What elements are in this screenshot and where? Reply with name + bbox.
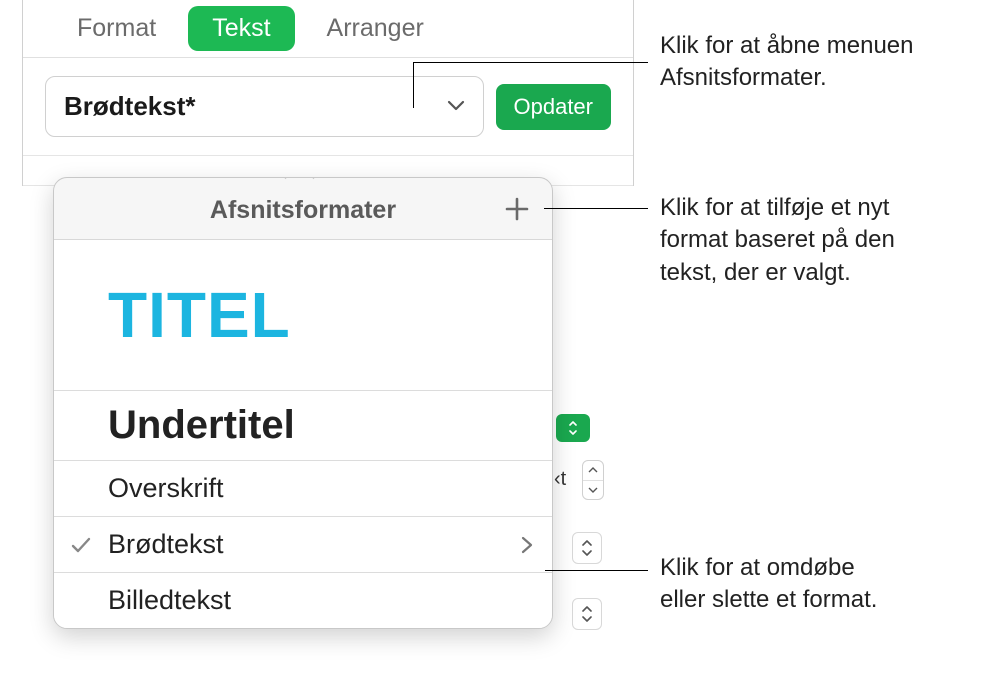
dropdown-chevron-control[interactable]: [572, 532, 602, 564]
tab-format[interactable]: Format: [53, 6, 180, 51]
callout-text: Klik for at tilføje et nyt format basere…: [660, 192, 895, 289]
dropdown-chevron-control[interactable]: [572, 598, 602, 630]
bg-text-fragment: ‹t: [554, 468, 566, 491]
style-section: Brødtekst* Opdater: [23, 58, 633, 156]
callout-line-2: Afsnitsformater.: [660, 62, 914, 94]
current-style-label: Brødtekst*: [64, 91, 195, 122]
callout-connector: [545, 570, 648, 571]
style-item-titel[interactable]: TITEL: [54, 240, 552, 391]
tab-arranger[interactable]: Arranger: [303, 6, 448, 51]
stepper-up-icon: [583, 461, 603, 481]
tab-tekst[interactable]: Tekst: [188, 6, 294, 51]
chevron-right-icon[interactable]: [520, 535, 534, 555]
paragraph-style-dropdown[interactable]: Brødtekst*: [45, 76, 484, 137]
style-label: TITEL: [108, 278, 291, 352]
callout-line-1: Klik for at omdøbe: [660, 552, 877, 584]
style-label: Overskrift: [108, 473, 224, 504]
checkmark-icon: [70, 534, 92, 556]
callout-connector: [413, 62, 648, 63]
stepper-down-icon: [583, 481, 603, 500]
style-label: Brødtekst: [108, 529, 224, 560]
style-item-overskrift[interactable]: Overskrift: [54, 461, 552, 517]
popup-header: Afsnitsformater: [54, 178, 552, 240]
inspector-panel: Format Tekst Arranger Brødtekst* Opdater: [22, 0, 634, 186]
callout-line-2: eller slette et format.: [660, 584, 877, 616]
popup-title: Afsnitsformater: [210, 196, 396, 225]
style-item-undertitel[interactable]: Undertitel: [54, 391, 552, 461]
callout-line-1: Klik for at tilføje et nyt: [660, 192, 895, 224]
popup-control-green[interactable]: [556, 414, 590, 442]
callout-connector: [413, 62, 414, 108]
tab-bar: Format Tekst Arranger: [23, 0, 633, 58]
update-button[interactable]: Opdater: [496, 84, 612, 130]
paragraph-styles-popup: Afsnitsformater TITEL Undertitel Overskr…: [53, 177, 553, 629]
callout-text: Klik for at omdøbe eller slette et forma…: [660, 552, 877, 617]
style-label: Billedtekst: [108, 585, 231, 616]
style-label: Undertitel: [108, 403, 295, 448]
chevron-down-icon: [447, 98, 465, 116]
add-style-button[interactable]: [504, 196, 530, 222]
callout-line-1: Klik for at åbne menuen: [660, 30, 914, 62]
callout-line-3: tekst, der er valgt.: [660, 257, 895, 289]
callout-line-2: format baseret på den: [660, 224, 895, 256]
callout-text: Klik for at åbne menuen Afsnitsformater.: [660, 30, 914, 95]
style-row: Brødtekst* Opdater: [45, 76, 611, 137]
stepper-control[interactable]: [582, 460, 604, 500]
callout-connector: [544, 208, 648, 209]
style-item-billedtekst[interactable]: Billedtekst: [54, 573, 552, 628]
style-item-broedtekst[interactable]: Brødtekst: [54, 517, 552, 573]
